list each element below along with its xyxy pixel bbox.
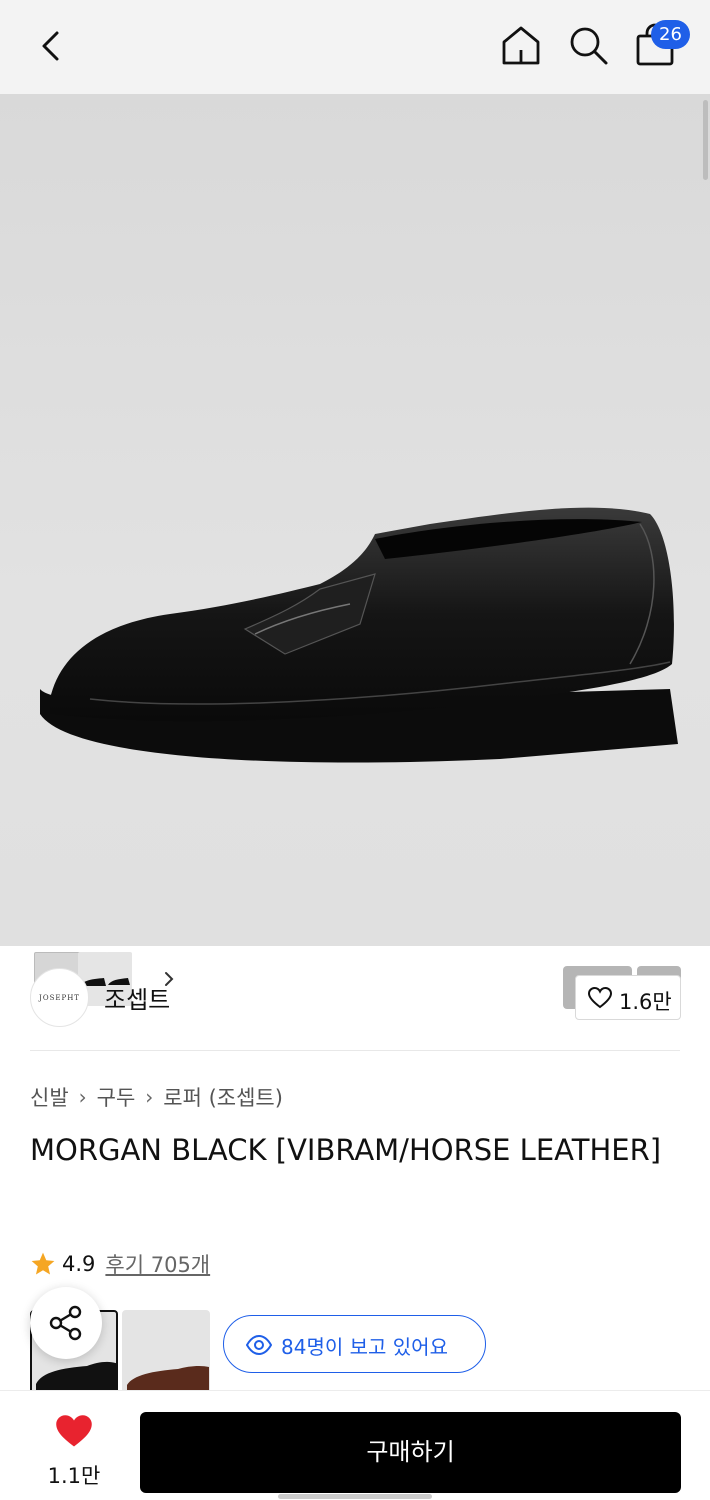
rating-score: 4.9: [62, 1252, 96, 1276]
breadcrumb: 신발 › 구두 › 로퍼 (조셉트): [30, 1082, 283, 1112]
rating-row: 4.9 후기 705개: [30, 1248, 210, 1280]
live-viewers-pill: 84명이 보고 있어요: [223, 1315, 486, 1373]
star-icon: [31, 1252, 55, 1275]
reviews-link[interactable]: 후기 705개: [105, 1249, 210, 1279]
chevron-left-icon[interactable]: [30, 24, 74, 68]
brand-logo[interactable]: JOSEPHT: [30, 968, 89, 1027]
share-icon: [49, 1305, 82, 1341]
color-option-brown-image: [127, 1365, 209, 1391]
home-icon[interactable]: [498, 22, 544, 68]
breadcrumb-item-loafer[interactable]: 로퍼 (조셉트): [163, 1082, 283, 1112]
heart-filled-icon: [56, 1415, 92, 1447]
scrollbar-thumb[interactable]: [703, 100, 708, 180]
breadcrumb-item-shoes[interactable]: 신발: [30, 1082, 69, 1112]
search-icon[interactable]: [565, 22, 611, 68]
cart-count-badge: 26: [651, 20, 690, 49]
favorite-count: 1.1만: [47, 1464, 101, 1488]
brand-like-count: 1.6만: [619, 990, 672, 1014]
scrollbar[interactable]: [702, 94, 710, 1394]
eye-icon: [246, 1334, 272, 1356]
favorite-button[interactable]: 1.1만: [30, 1412, 118, 1492]
buy-button[interactable]: 구매하기: [140, 1412, 681, 1493]
product-image-gallery[interactable]: 1 / 7: [0, 94, 710, 1010]
breadcrumb-separator-icon: ›: [145, 1085, 154, 1109]
brand-name[interactable]: 조셉트: [104, 980, 170, 1015]
product-photo-loafer: [40, 507, 678, 763]
live-viewers-text: 84명이 보고 있어요: [281, 1335, 448, 1359]
color-option-brown[interactable]: [122, 1310, 210, 1400]
heart-outline-icon: [588, 987, 612, 1009]
divider: [30, 1050, 680, 1051]
breadcrumb-separator-icon: ›: [78, 1085, 87, 1109]
home-indicator: [278, 1494, 432, 1499]
share-button[interactable]: [30, 1287, 102, 1359]
brand-like-button[interactable]: 1.6만: [575, 975, 681, 1020]
breadcrumb-item-dress-shoes[interactable]: 구두: [97, 1082, 136, 1112]
product-title: MORGAN BLACK [VIBRAM/HORSE LEATHER]: [30, 1133, 662, 1167]
top-app-bar: 26: [0, 0, 710, 94]
